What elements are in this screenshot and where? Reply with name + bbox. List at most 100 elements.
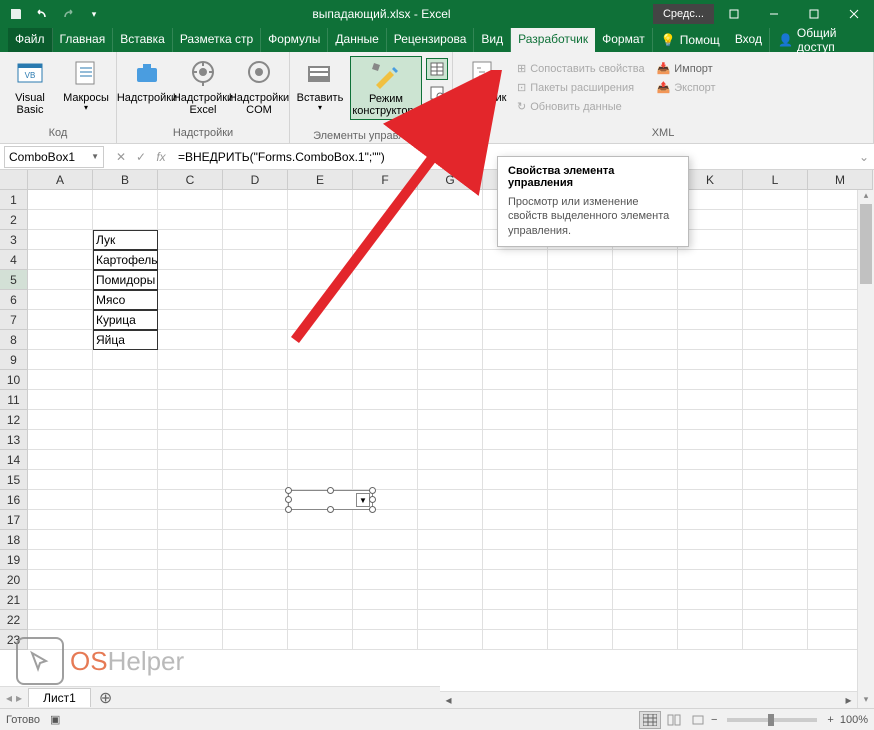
cell[interactable] [28, 230, 93, 250]
scroll-left-icon[interactable]: ◂ [440, 692, 457, 709]
cell[interactable] [678, 470, 743, 490]
share-button[interactable]: 👤Общий доступ [770, 28, 874, 52]
cell[interactable] [548, 590, 613, 610]
cell[interactable] [678, 250, 743, 270]
resize-handle[interactable] [327, 506, 334, 513]
cell[interactable] [418, 410, 483, 430]
cell[interactable] [158, 390, 223, 410]
cell[interactable] [93, 210, 158, 230]
resize-handle[interactable] [369, 496, 376, 503]
row-header[interactable]: 12 [0, 410, 28, 430]
cell[interactable] [93, 190, 158, 210]
cell[interactable] [158, 510, 223, 530]
cell[interactable] [548, 430, 613, 450]
cell[interactable] [158, 470, 223, 490]
cell[interactable] [93, 530, 158, 550]
cell[interactable] [158, 270, 223, 290]
cell[interactable] [483, 610, 548, 630]
cell[interactable] [743, 370, 808, 390]
cell[interactable] [28, 430, 93, 450]
cell[interactable]: Лук [93, 230, 158, 250]
row-header[interactable]: 18 [0, 530, 28, 550]
tab-view[interactable]: Вид [474, 28, 511, 52]
expand-formula-bar-icon[interactable]: ⌄ [854, 150, 874, 164]
tab-formulas[interactable]: Формулы [261, 28, 328, 52]
horizontal-scrollbar[interactable]: ◂ ▸ [440, 691, 857, 708]
cell[interactable] [288, 630, 353, 650]
cell[interactable] [418, 210, 483, 230]
cell[interactable] [418, 310, 483, 330]
row-header[interactable]: 17 [0, 510, 28, 530]
cell[interactable] [158, 230, 223, 250]
cell[interactable] [613, 310, 678, 330]
cell[interactable] [678, 410, 743, 430]
cell[interactable] [678, 630, 743, 650]
cell[interactable] [93, 470, 158, 490]
cell[interactable] [548, 250, 613, 270]
cell[interactable] [678, 550, 743, 570]
cell[interactable] [418, 570, 483, 590]
cell[interactable] [548, 630, 613, 650]
cell[interactable] [678, 350, 743, 370]
cell[interactable] [743, 430, 808, 450]
cell[interactable] [223, 330, 288, 350]
refresh-button[interactable]: ↻Обновить данные [513, 98, 649, 115]
cell[interactable] [743, 570, 808, 590]
cell[interactable] [158, 430, 223, 450]
cell[interactable] [223, 290, 288, 310]
cell[interactable] [418, 470, 483, 490]
cell[interactable] [158, 570, 223, 590]
cell[interactable] [93, 610, 158, 630]
row-header[interactable]: 2 [0, 210, 28, 230]
cell[interactable] [548, 270, 613, 290]
cell[interactable] [28, 290, 93, 310]
cell[interactable] [158, 330, 223, 350]
cell[interactable] [353, 410, 418, 430]
cell[interactable] [483, 630, 548, 650]
cell[interactable] [158, 590, 223, 610]
cell[interactable] [288, 410, 353, 430]
cell[interactable] [678, 270, 743, 290]
design-mode-button[interactable]: Режим конструктора [350, 56, 422, 120]
combobox-control[interactable]: ▼ [288, 490, 373, 510]
cell[interactable] [743, 190, 808, 210]
cell[interactable] [548, 310, 613, 330]
cell[interactable] [678, 450, 743, 470]
cell[interactable] [613, 530, 678, 550]
cell[interactable] [613, 250, 678, 270]
cell[interactable] [613, 410, 678, 430]
tab-home[interactable]: Главная [53, 28, 114, 52]
row-header[interactable]: 11 [0, 390, 28, 410]
cell[interactable] [353, 630, 418, 650]
cell[interactable] [288, 230, 353, 250]
cell[interactable] [223, 230, 288, 250]
cell[interactable] [548, 490, 613, 510]
cell[interactable] [613, 270, 678, 290]
cell[interactable] [743, 490, 808, 510]
cell[interactable] [223, 250, 288, 270]
cell[interactable] [288, 610, 353, 630]
zoom-slider[interactable] [727, 718, 817, 722]
cell[interactable] [223, 470, 288, 490]
col-header[interactable]: M [808, 170, 873, 190]
cell[interactable] [28, 510, 93, 530]
cell[interactable] [483, 350, 548, 370]
cell[interactable] [28, 550, 93, 570]
cell[interactable] [158, 370, 223, 390]
dropdown-icon[interactable]: ▼ [91, 152, 99, 161]
cell[interactable] [353, 330, 418, 350]
ribbon-display-icon[interactable] [714, 0, 754, 28]
row-header[interactable]: 15 [0, 470, 28, 490]
row-header[interactable]: 10 [0, 370, 28, 390]
cell[interactable] [28, 470, 93, 490]
cell[interactable] [158, 490, 223, 510]
save-icon[interactable] [8, 6, 24, 22]
cell[interactable] [678, 330, 743, 350]
row-header[interactable]: 16 [0, 490, 28, 510]
cell[interactable] [288, 250, 353, 270]
col-header[interactable]: E [288, 170, 353, 190]
cell[interactable] [353, 530, 418, 550]
cell[interactable]: Мясо [93, 290, 158, 310]
cell[interactable] [743, 310, 808, 330]
cell[interactable] [743, 330, 808, 350]
